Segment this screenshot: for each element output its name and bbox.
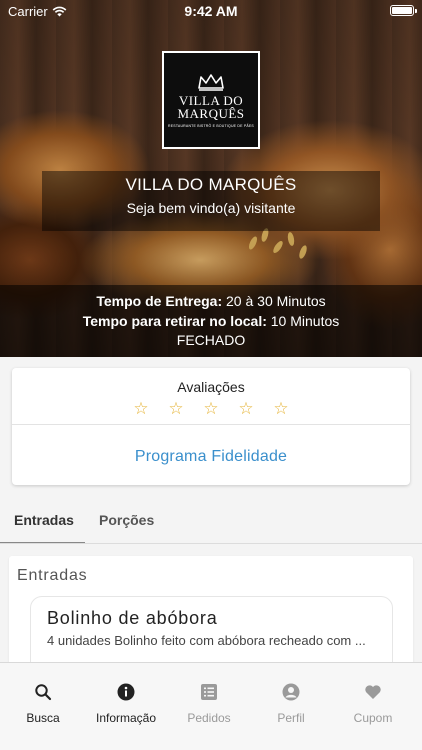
search-icon [35,684,52,701]
nav-label: Cupom [353,711,393,725]
product-description: 4 unidades Bolinho feito com abóbora rec… [47,633,366,648]
tab-entradas[interactable]: Entradas [14,512,74,528]
pickup-time-label: Tempo para retirar no local: [82,313,267,329]
star-icon[interactable]: ☆ [237,400,255,418]
nav-label: Busca [26,711,60,725]
category-tabs: Entradas Porções [0,500,422,544]
info-icon [117,683,135,701]
tabs-divider [0,543,422,544]
delivery-time-label: Tempo de Entrega: [96,293,223,309]
star-icon[interactable]: ☆ [202,400,220,418]
nav-label: Perfil [277,711,305,725]
logo-text-line2: MARQUÊS [177,105,245,121]
restaurant-logo: VILLA DO MARQUÊS RESTAURANTE BISTRÔ E BO… [162,51,260,149]
clock: 9:42 AM [184,3,238,19]
star-icon[interactable]: ☆ [272,400,290,418]
orders-icon [201,684,217,700]
star-icon[interactable]: ☆ [132,400,150,418]
profile-icon [282,683,300,701]
pickup-time-value: 10 Minutos [266,313,340,329]
logo-text-line1: VILLA DO [178,92,244,108]
delivery-time: Tempo de Entrega: 20 à 30 Minutos [0,293,422,309]
hero-banner: VILLA DO MARQUÊS RESTAURANTE BISTRÔ E BO… [0,0,422,357]
open-status: FECHADO [176,332,246,348]
restaurant-name: VILLA DO MARQUÊS [125,175,297,194]
nav-busca[interactable]: Busca [1,663,85,733]
star-icon[interactable]: ☆ [167,400,185,418]
heart-icon [365,685,381,699]
nav-pedidos[interactable]: Pedidos [167,663,251,733]
nav-informacao[interactable]: Informação [84,663,168,733]
bottom-navigation: Busca Informação Pedidos Perfil Cupom [0,662,422,750]
section-title: Entradas [17,567,88,584]
welcome-message: Seja bem vindo(a) visitante [126,200,296,216]
card-divider [12,424,410,425]
crown-icon [198,73,224,91]
logo-tagline: RESTAURANTE BISTRÔ E BOUTIQUE DE PÃES [168,123,254,128]
nav-cupom[interactable]: Cupom [331,663,415,733]
status-bar: Carrier 9:42 AM [0,0,422,22]
product-name: Bolinho de abóbora [47,608,218,628]
battery-icon [390,5,417,16]
ratings-card: Avaliações ☆ ☆ ☆ ☆ ☆ Programa Fidelidade [12,368,410,485]
pickup-time: Tempo para retirar no local: 10 Minutos [0,313,422,329]
rating-stars[interactable]: ☆ ☆ ☆ ☆ ☆ [132,400,290,418]
tab-porcoes[interactable]: Porções [99,512,154,528]
loyalty-program-button[interactable]: Programa Fidelidade [12,448,410,466]
nav-perfil[interactable]: Perfil [249,663,333,733]
delivery-time-value: 20 à 30 Minutos [222,293,326,309]
app-screen: VILLA DO MARQUÊS RESTAURANTE BISTRÔ E BO… [0,0,422,750]
nav-label: Informação [95,711,157,725]
ratings-title: Avaliações [177,379,245,395]
nav-label: Pedidos [187,711,231,725]
